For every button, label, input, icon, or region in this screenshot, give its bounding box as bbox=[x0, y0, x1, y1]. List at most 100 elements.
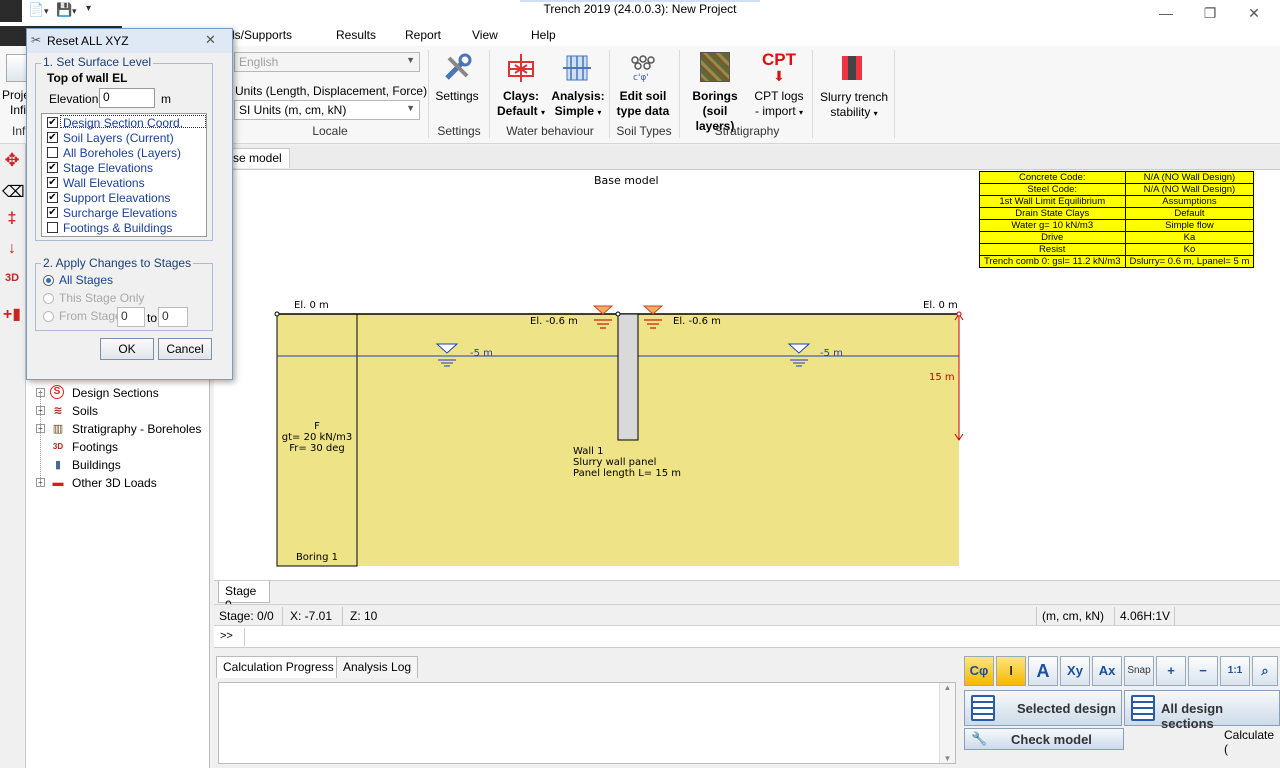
zoom-extents-icon[interactable]: ⌕ bbox=[1252, 656, 1278, 686]
restore-icon[interactable]: ❐ bbox=[1200, 4, 1220, 22]
menu-supports[interactable]: ls/Supports bbox=[232, 28, 292, 42]
radio-this-stage[interactable] bbox=[43, 293, 54, 304]
add-building-icon[interactable]: +▮ bbox=[2, 304, 22, 326]
text-size-icon[interactable]: A bbox=[1028, 656, 1058, 686]
app-icon[interactable] bbox=[0, 0, 22, 22]
from-stage-input[interactable]: 0 bbox=[117, 307, 145, 327]
radio-from-stage[interactable] bbox=[43, 311, 54, 322]
scroll-down-icon[interactable]: ▼ bbox=[940, 754, 955, 763]
dialog-title-bar[interactable]: ✂ Reset ALL XYZ ✕ bbox=[27, 29, 232, 53]
check-model-button[interactable]: 🔧 Check model bbox=[964, 728, 1124, 750]
project-info-label-2[interactable]: Infi bbox=[10, 103, 26, 118]
tree-item-other-3d-loads[interactable]: + ▬ Other 3D Loads bbox=[26, 474, 210, 492]
command-line[interactable]: >> bbox=[214, 626, 1280, 648]
tab-calculation-progress[interactable]: Calculation Progress bbox=[216, 656, 341, 678]
language-combo[interactable]: English ▼ bbox=[234, 52, 420, 72]
slurry-button-l1[interactable]: Slurry trench bbox=[816, 90, 892, 105]
checkbox-label[interactable]: Support Eleavations bbox=[63, 191, 170, 205]
axis-labels-icon[interactable]: Ax bbox=[1092, 656, 1122, 686]
cpt-icon[interactable]: CPT ⬇ bbox=[762, 50, 796, 86]
checkbox-label[interactable]: Soil Layers (Current) bbox=[63, 131, 174, 145]
move-tool-icon[interactable]: ✥ bbox=[2, 150, 22, 170]
xy-labels-icon[interactable]: Xy bbox=[1060, 656, 1090, 686]
all-design-sections-button[interactable]: All design sections bbox=[1124, 690, 1280, 731]
ok-button[interactable]: OK bbox=[100, 338, 154, 360]
borings-button-l1[interactable]: Borings bbox=[682, 89, 748, 104]
settings-button[interactable]: Settings bbox=[434, 89, 480, 104]
save-icon[interactable]: 💾 bbox=[56, 2, 72, 22]
checkbox-2[interactable] bbox=[47, 147, 58, 158]
slurry-trench-icon[interactable] bbox=[840, 54, 864, 82]
snap-icon[interactable]: Snap bbox=[1124, 656, 1154, 686]
clays-icon[interactable] bbox=[505, 52, 537, 84]
tree-item-footings[interactable]: 3D Footings bbox=[26, 438, 210, 456]
tab-analysis-log[interactable]: Analysis Log bbox=[336, 656, 419, 678]
radio-all-stages[interactable] bbox=[43, 275, 54, 286]
analysis-icon[interactable] bbox=[561, 52, 593, 84]
zoom-in-icon[interactable]: + bbox=[1156, 656, 1186, 686]
add-3d-icon[interactable]: 3D bbox=[2, 272, 22, 294]
checkbox-label[interactable]: Stage Elevations bbox=[63, 161, 153, 175]
add-support-icon[interactable]: ‡ bbox=[2, 210, 22, 232]
project-info-icon[interactable] bbox=[6, 54, 28, 82]
add-load-icon[interactable]: ↓ bbox=[2, 240, 22, 262]
cpt-button-l1[interactable]: CPT logs bbox=[752, 89, 806, 104]
checkbox-0[interactable]: ✔ bbox=[47, 117, 58, 128]
tree-item-design-sections[interactable]: + S Design Sections bbox=[26, 384, 210, 402]
radio-all-stages-label[interactable]: All Stages bbox=[59, 273, 113, 287]
edit-soil-button-l2[interactable]: type data bbox=[612, 104, 674, 119]
radio-this-stage-label[interactable]: This Stage Only bbox=[59, 291, 144, 305]
scrollbar[interactable]: ▲ ▼ bbox=[939, 683, 955, 763]
new-file-icon[interactable]: 📄 bbox=[28, 2, 44, 22]
checkbox-3[interactable]: ✔ bbox=[47, 162, 58, 173]
checkbox-label[interactable]: Surcharge Elevations bbox=[63, 206, 177, 220]
tab-base-model[interactable]: se model bbox=[228, 148, 290, 168]
analysis-button-l1[interactable]: Analysis: bbox=[550, 89, 606, 104]
settings-icon[interactable] bbox=[441, 52, 473, 84]
elevation-input[interactable]: 0 bbox=[99, 88, 155, 108]
checkbox-label[interactable]: Footings & Buildings bbox=[63, 221, 172, 235]
analysis-button-l2[interactable]: Simple ▾ bbox=[550, 104, 606, 120]
checkbox-4[interactable]: ✔ bbox=[47, 177, 58, 188]
checkbox-5[interactable]: ✔ bbox=[47, 192, 58, 203]
slurry-wall[interactable] bbox=[617, 313, 639, 441]
checkbox-1[interactable]: ✔ bbox=[47, 132, 58, 143]
slurry-button-l2[interactable]: stability ▾ bbox=[816, 105, 892, 121]
customize-toolbar-icon[interactable]: ▾ bbox=[86, 3, 91, 23]
to-stage-input[interactable]: 0 bbox=[158, 307, 188, 327]
scroll-up-icon[interactable]: ▲ bbox=[940, 683, 955, 692]
node-wall[interactable] bbox=[615, 311, 621, 317]
menu-view[interactable]: View bbox=[472, 28, 498, 42]
c-phi-tool-icon[interactable]: Cφ bbox=[964, 656, 994, 686]
menu-report[interactable]: Report bbox=[405, 28, 441, 42]
close-icon[interactable]: ✕ bbox=[1244, 4, 1264, 22]
zoom-out-icon[interactable]: − bbox=[1188, 656, 1218, 686]
minimize-icon[interactable]: — bbox=[1156, 4, 1176, 22]
checkbox-6[interactable]: ✔ bbox=[47, 207, 58, 218]
borings-icon[interactable] bbox=[700, 52, 730, 82]
cancel-button[interactable]: Cancel bbox=[158, 338, 212, 360]
node-right[interactable] bbox=[956, 311, 962, 317]
selected-design-button[interactable]: Selected design bbox=[964, 690, 1122, 726]
tree-item-stratigraphy[interactable]: + ▥ Stratigraphy - Boreholes bbox=[26, 420, 210, 438]
tree-item-soils[interactable]: + ≋ Soils bbox=[26, 402, 210, 420]
units-combo[interactable]: SI Units (m, cm, kN) ▼ bbox=[234, 100, 420, 120]
menu-help[interactable]: Help bbox=[531, 28, 556, 42]
qa-dropdown-icon-2[interactable]: ▾ bbox=[72, 6, 77, 26]
ruler-tool-icon[interactable]: I bbox=[996, 656, 1026, 686]
edit-soil-button-l1[interactable]: Edit soil bbox=[612, 89, 674, 104]
checkbox-label[interactable]: Design Section Coord. bbox=[63, 116, 183, 130]
node-left[interactable] bbox=[274, 311, 280, 317]
clays-button-l2[interactable]: Default ▾ bbox=[494, 104, 548, 120]
qa-dropdown-icon[interactable]: ▾ bbox=[44, 6, 49, 26]
edit-soil-icon[interactable]: c'φ' bbox=[627, 52, 659, 84]
eraser-tool-icon[interactable]: ⌫ bbox=[2, 182, 25, 202]
checkbox-label[interactable]: All Boreholes (Layers) bbox=[63, 146, 181, 160]
cpt-button-l2[interactable]: - import ▾ bbox=[752, 104, 806, 120]
tree-item-buildings[interactable]: ▮ Buildings bbox=[26, 456, 210, 474]
checkbox-label[interactable]: Wall Elevations bbox=[63, 176, 145, 190]
tab-stage-0[interactable]: Stage 0 bbox=[218, 581, 270, 612]
checkbox-7[interactable] bbox=[47, 222, 58, 233]
clays-button-l1[interactable]: Clays: bbox=[494, 89, 548, 104]
dialog-close-icon[interactable]: ✕ bbox=[205, 32, 216, 48]
